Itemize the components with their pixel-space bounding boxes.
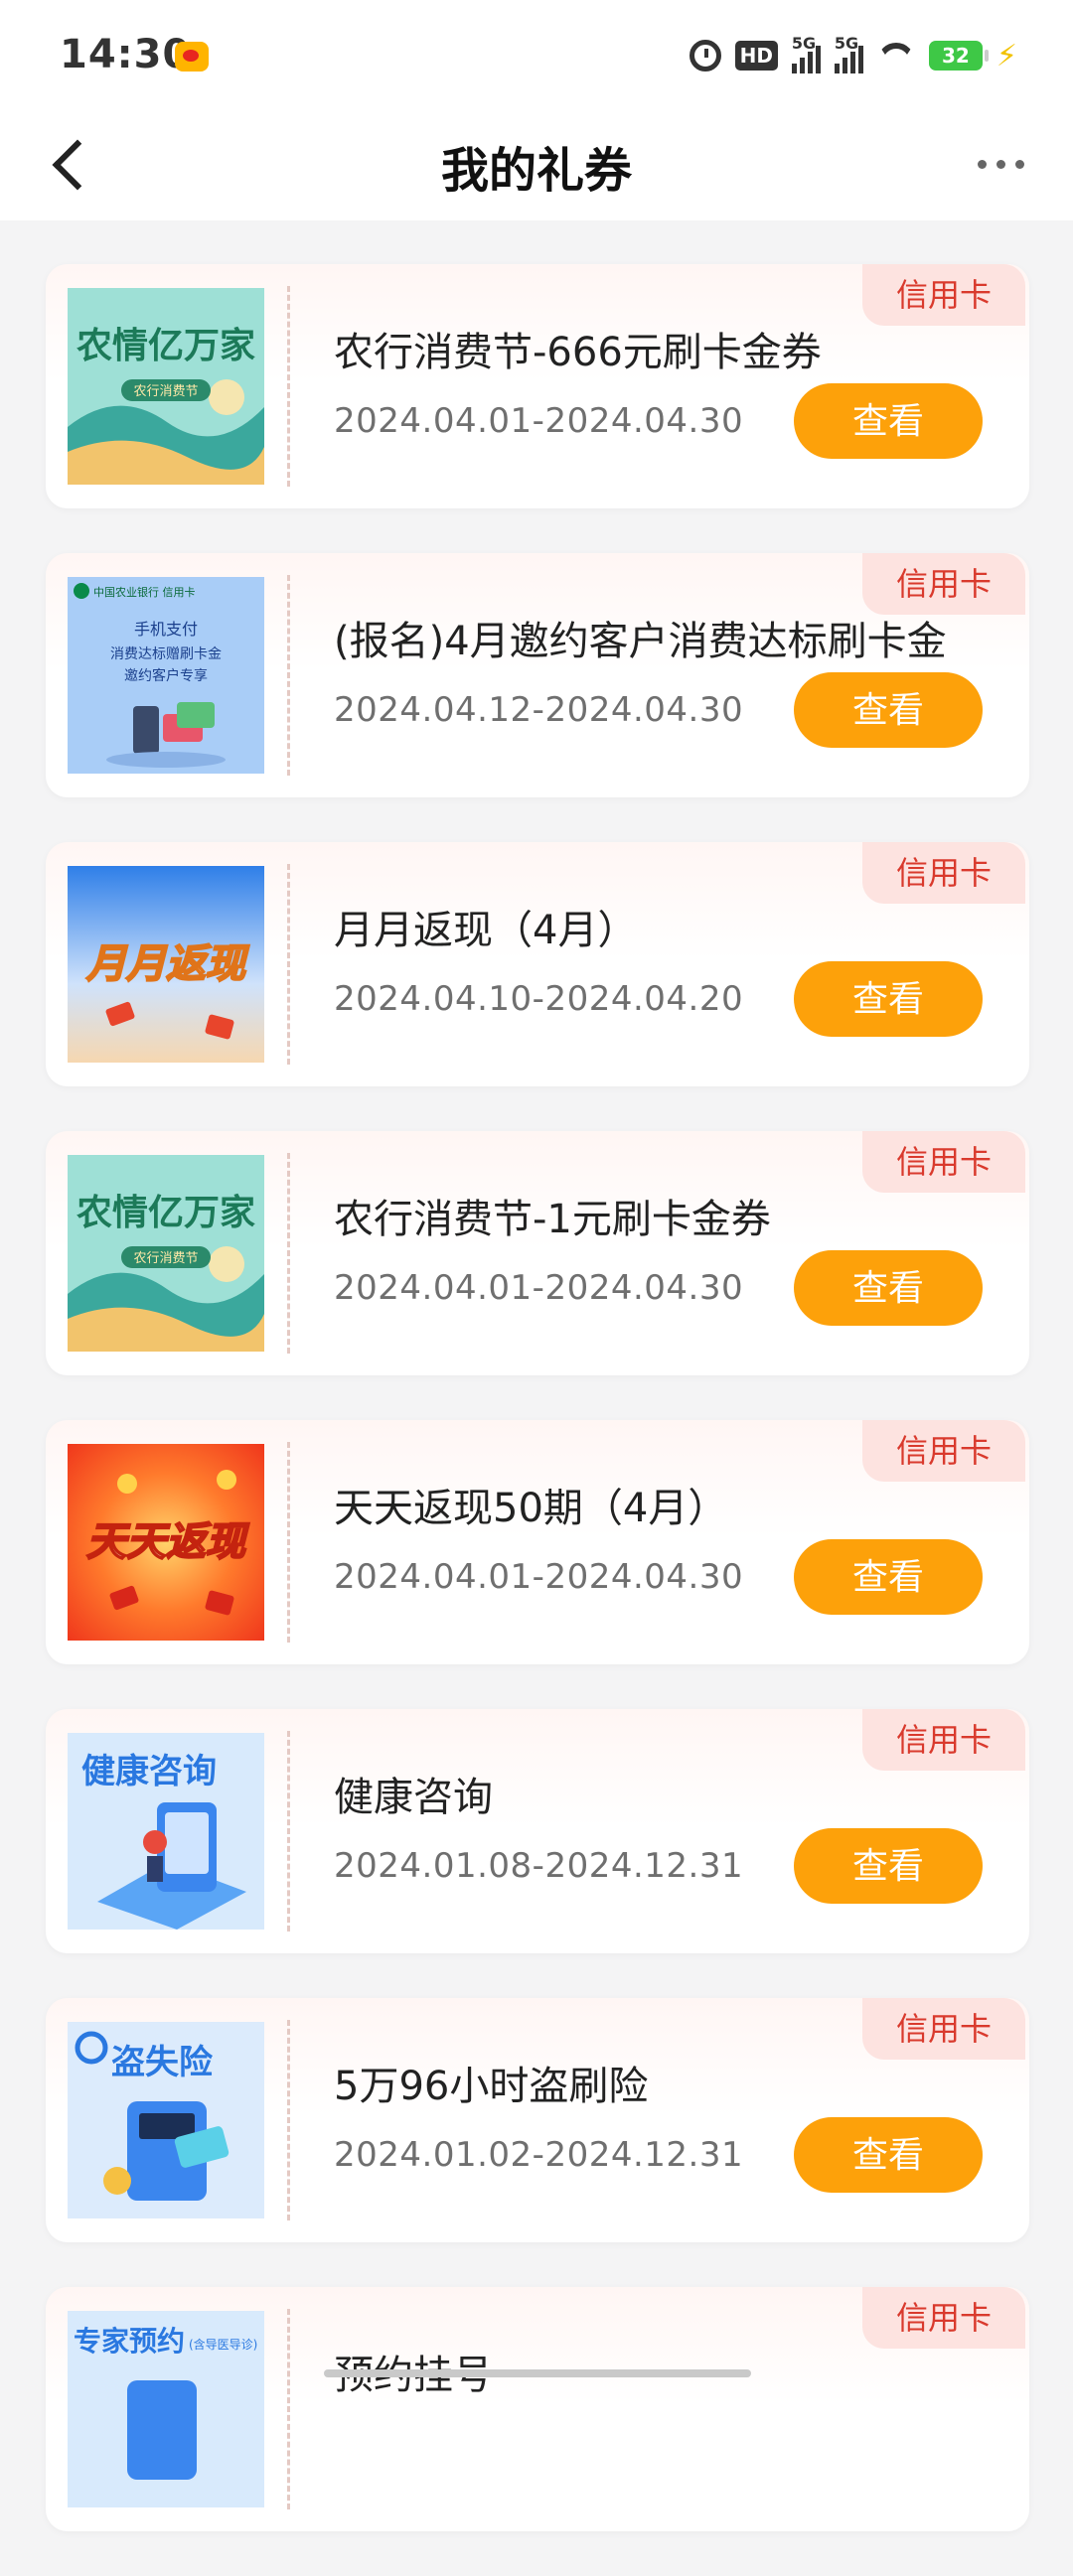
dashed-divider <box>287 1442 290 1643</box>
card-type-tag: 信用卡 <box>862 2287 1025 2349</box>
hd-icon: HD <box>734 41 778 71</box>
coupon-validity: 2024.01.02-2024.12.31 <box>334 2135 744 2175</box>
thumb-subtitle: 农行消费节 <box>133 1251 198 1266</box>
wifi-icon <box>877 41 915 71</box>
thumb-title: 农情亿万家 <box>77 326 255 366</box>
coupon-validity: 2024.04.01-2024.04.30 <box>334 1268 744 1308</box>
charging-icon: ⚡ <box>996 38 1017 73</box>
view-button[interactable]: 查看 <box>794 383 983 459</box>
home-indicator[interactable] <box>324 2369 751 2377</box>
page-title: 我的礼券 <box>440 143 632 199</box>
thumb-title: 盗失险 <box>111 2043 214 2082</box>
view-button[interactable]: 查看 <box>794 672 983 748</box>
card-type-tag: 信用卡 <box>862 842 1025 904</box>
coupon-thumbnail: 盗失险 <box>68 2022 264 2218</box>
coupon-thumbnail: 月月返现 <box>68 866 264 1063</box>
more-dots-icon <box>977 159 987 169</box>
app-header: 我的礼券 <box>0 109 1073 220</box>
coupon-validity: 2024.04.01-2024.04.30 <box>334 401 744 441</box>
dashed-divider <box>287 1153 290 1354</box>
thumb-subtitle: 农行消费节 <box>133 384 198 399</box>
coupon-thumbnail: 农情亿万家 农行消费节 <box>68 288 264 485</box>
view-button[interactable]: 查看 <box>794 1250 983 1326</box>
thumb-title: 健康咨询 <box>81 1752 217 1791</box>
coupon-title: 月月返现（4月） <box>334 908 638 953</box>
thumb-title: 天天返现 <box>86 1519 249 1565</box>
coupon-title: 天天返现50期（4月） <box>334 1486 728 1531</box>
coupon-card[interactable]: 天天返现 信用卡 天天返现50期（4月） 2024.04.01-2024.04.… <box>46 1420 1029 1664</box>
coupon-title: 农行消费节-1元刷卡金券 <box>334 1197 771 1242</box>
status-time: 14:30 <box>60 32 192 77</box>
thumb-subtitle: (含导医导诊) <box>189 2337 257 2352</box>
coupon-title: 健康咨询 <box>334 1775 493 1820</box>
coupon-card[interactable]: 盗失险 信用卡 5万96小时盗刷险 2024.01.02-2024.12.31 … <box>46 1998 1029 2242</box>
status-bar: 14:30 HD 5G 5G 32 ⚡ <box>0 0 1073 109</box>
status-icons: HD 5G 5G 32 ⚡ <box>689 34 1017 73</box>
battery-icon: 32 <box>928 41 989 71</box>
thumb-title: 农情亿万家 <box>77 1193 255 1233</box>
coupon-validity: 2024.04.10-2024.04.20 <box>334 979 744 1019</box>
dashed-divider <box>287 575 290 776</box>
coupon-title: (报名)4月邀约客户消费达标刷卡金 <box>334 619 947 664</box>
dashed-divider <box>287 1731 290 1932</box>
signal-icon: 5G <box>791 34 821 73</box>
coupon-title: 农行消费节-666元刷卡金券 <box>334 330 822 375</box>
coupon-thumbnail: 中国农业银行 信用卡 手机支付 消费达标赠刷卡金 邀约客户专享 <box>68 577 264 774</box>
coupon-card[interactable]: 月月返现 信用卡 月月返现（4月） 2024.04.10-2024.04.20 … <box>46 842 1029 1086</box>
signal-icon: 5G <box>834 34 863 73</box>
thumb-line: 手机支付 <box>134 620 198 639</box>
card-type-tag: 信用卡 <box>862 553 1025 615</box>
card-type-tag: 信用卡 <box>862 264 1025 326</box>
coupon-card[interactable]: 中国农业银行 信用卡 手机支付 消费达标赠刷卡金 邀约客户专享 信用卡 (报名)… <box>46 553 1029 797</box>
coupon-thumbnail: 健康咨询 <box>68 1733 264 1930</box>
coupon-thumbnail: 农情亿万家 农行消费节 <box>68 1155 264 1352</box>
coupon-card[interactable]: 农情亿万家 农行消费节 信用卡 农行消费节-1元刷卡金券 2024.04.01-… <box>46 1131 1029 1375</box>
dashed-divider <box>287 2020 290 2220</box>
thumb-line: 消费达标赠刷卡金 <box>110 646 222 662</box>
view-button[interactable]: 查看 <box>794 961 983 1037</box>
coupon-validity: 2024.04.01-2024.04.30 <box>334 1557 744 1597</box>
coupon-card[interactable]: 专家预约 (含导医导诊) 信用卡 预约挂号 <box>46 2287 1029 2531</box>
coupon-card[interactable]: 农情亿万家 农行消费节 信用卡 农行消费节-666元刷卡金券 2024.04.0… <box>46 264 1029 508</box>
thumb-line: 邀约客户专享 <box>124 667 208 684</box>
dashed-divider <box>287 864 290 1065</box>
coupon-title: 5万96小时盗刷险 <box>334 2064 649 2109</box>
view-button[interactable]: 查看 <box>794 1828 983 1904</box>
coupon-validity: 2024.01.08-2024.12.31 <box>334 1846 744 1886</box>
card-type-tag: 信用卡 <box>862 1131 1025 1193</box>
more-button[interactable] <box>966 139 1035 189</box>
coupon-thumbnail: 天天返现 <box>68 1444 264 1641</box>
card-type-tag: 信用卡 <box>862 1709 1025 1771</box>
dashed-divider <box>287 2309 290 2509</box>
thumb-title: 月月返现 <box>85 941 249 987</box>
coupon-list: 农情亿万家 农行消费节 信用卡 农行消费节-666元刷卡金券 2024.04.0… <box>46 264 1029 2576</box>
coupon-thumbnail: 专家预约 (含导医导诊) <box>68 2311 264 2507</box>
weibo-icon <box>175 42 209 72</box>
card-type-tag: 信用卡 <box>862 1998 1025 2060</box>
view-button[interactable]: 查看 <box>794 2117 983 2193</box>
thumb-title: 专家预约 <box>74 2325 185 2358</box>
card-type-tag: 信用卡 <box>862 1420 1025 1482</box>
coupon-validity: 2024.04.12-2024.04.30 <box>334 690 744 730</box>
coupon-card[interactable]: 健康咨询 信用卡 健康咨询 2024.01.08-2024.12.31 查看 <box>46 1709 1029 1953</box>
view-button[interactable]: 查看 <box>794 1539 983 1615</box>
dashed-divider <box>287 286 290 487</box>
alarm-icon <box>689 40 721 72</box>
thumb-bank-name: 中国农业银行 信用卡 <box>93 585 196 599</box>
